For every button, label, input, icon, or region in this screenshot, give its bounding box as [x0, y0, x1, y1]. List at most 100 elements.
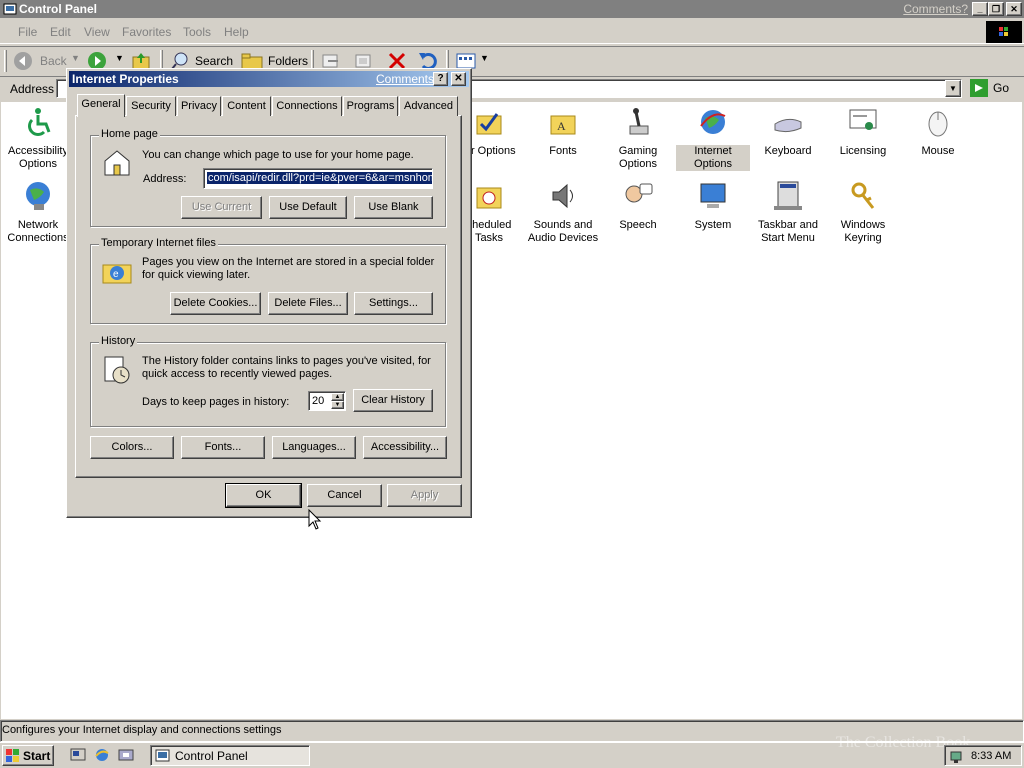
menu-bar: File Edit View Favorites Tools Help: [0, 20, 1024, 44]
folders-button[interactable]: Folders: [268, 54, 308, 68]
colors-button[interactable]: Colors...: [90, 436, 174, 459]
item-internet-options[interactable]: Internet Options: [676, 106, 750, 171]
views-dropdown-icon[interactable]: ▼: [480, 53, 489, 63]
ok-button[interactable]: OK: [225, 483, 302, 508]
licensing-icon: [849, 109, 877, 130]
item-licensing[interactable]: Licensing: [826, 106, 900, 158]
svg-text:e: e: [113, 269, 119, 280]
back-button[interactable]: Back: [40, 54, 67, 68]
back-dropdown-icon[interactable]: ▼: [71, 53, 80, 63]
item-taskbar-start-menu[interactable]: Taskbar and Start Menu: [751, 180, 825, 245]
item-accessibility-options[interactable]: Accessibility Options: [1, 106, 75, 171]
tab-security[interactable]: Security: [126, 96, 176, 116]
clear-history-button[interactable]: Clear History: [353, 389, 433, 412]
history-description: The History folder contains links to pag…: [142, 355, 431, 380]
tab-content[interactable]: Content: [222, 96, 271, 116]
back-arrow-icon[interactable]: [12, 50, 34, 72]
home-address-label: Address:: [143, 173, 187, 185]
mouse-icon: [928, 111, 948, 137]
windows-logo-icon: [986, 21, 1022, 43]
temp-files-group-label: Temporary Internet files: [99, 237, 218, 249]
days-stepper[interactable]: 20 ▲ ▼: [308, 391, 346, 411]
days-label: Days to keep pages in history:: [142, 396, 290, 408]
start-button[interactable]: Start: [2, 745, 54, 766]
control-panel-icon: [3, 3, 17, 15]
item-label: Mouse: [921, 145, 955, 157]
accessibility-icon: [28, 108, 51, 136]
start-label: Start: [23, 749, 51, 763]
toolbar-grip: [4, 50, 7, 72]
go-arrow-icon: [970, 79, 988, 97]
taskbar-item-control-panel[interactable]: Control Panel: [150, 745, 310, 766]
comments-link[interactable]: Comments?: [903, 2, 968, 16]
item-windows-keyring[interactable]: Windows Keyring: [826, 180, 900, 245]
home-address-input[interactable]: com/isapi/redir.dll?prd=ie&pver=6&ar=msn…: [203, 168, 433, 189]
dialog-comments-link[interactable]: Comments?: [376, 72, 441, 86]
tab-general[interactable]: General: [77, 94, 125, 117]
item-network-connections[interactable]: Network Connections: [1, 180, 75, 245]
menu-help[interactable]: Help: [224, 25, 249, 39]
fonts-icon: A: [550, 115, 576, 135]
tab-programs[interactable]: Programs: [343, 96, 398, 116]
item-fonts[interactable]: A Fonts: [526, 106, 600, 158]
dialog-close-button[interactable]: ✕: [451, 72, 466, 86]
keyring-icon: [851, 182, 875, 209]
item-speech[interactable]: Speech: [601, 180, 675, 232]
search-button[interactable]: Search: [195, 54, 233, 68]
network-tray-icon[interactable]: [949, 748, 965, 764]
history-group-label: History: [99, 335, 138, 347]
apply-button[interactable]: Apply: [387, 484, 462, 507]
tab-connections[interactable]: Connections: [272, 96, 342, 116]
gaming-icon: [629, 108, 649, 135]
tab-privacy[interactable]: Privacy: [177, 96, 221, 116]
keyboard-icon: [774, 118, 802, 133]
close-button[interactable]: ✕: [1006, 2, 1022, 16]
dialog-title-bar: Internet Properties Comments? ? ✕: [69, 71, 469, 87]
item-sounds-audio[interactable]: Sounds and Audio Devices: [526, 180, 600, 245]
svg-text:A: A: [557, 119, 566, 133]
minimize-button[interactable]: _: [972, 2, 988, 16]
delete-files-button[interactable]: Delete Files...: [268, 292, 348, 315]
days-value: 20: [312, 395, 325, 407]
settings-button[interactable]: Settings...: [354, 292, 433, 315]
accessibility-button[interactable]: Accessibility...: [363, 436, 447, 459]
use-blank-button[interactable]: Use Blank: [354, 196, 433, 219]
scheduled-tasks-icon: [476, 187, 502, 209]
days-up-icon[interactable]: ▲: [331, 393, 344, 401]
item-label: Keyboard: [764, 145, 812, 157]
languages-button[interactable]: Languages...: [272, 436, 356, 459]
menu-file[interactable]: File: [18, 25, 37, 39]
cancel-button[interactable]: Cancel: [307, 484, 382, 507]
restore-button[interactable]: ❐: [988, 2, 1004, 16]
item-system[interactable]: System: [676, 180, 750, 232]
delete-cookies-button[interactable]: Delete Cookies...: [170, 292, 261, 315]
menu-favorites[interactable]: Favorites: [122, 25, 171, 39]
item-gaming-options[interactable]: Gaming Options: [601, 106, 675, 171]
quick-launch-explorer-icon[interactable]: [118, 747, 134, 763]
item-keyboard[interactable]: Keyboard: [751, 106, 825, 158]
help-button[interactable]: ?: [433, 72, 448, 86]
use-default-button[interactable]: Use Default: [269, 196, 347, 219]
tab-advanced[interactable]: Advanced: [399, 96, 458, 116]
forward-dropdown-icon[interactable]: ▼: [115, 53, 124, 63]
mouse-cursor-icon: [308, 509, 322, 530]
go-button[interactable]: Go: [968, 78, 1020, 98]
item-label: Taskbar and Start Menu: [758, 219, 818, 244]
home-page-group-label: Home page: [99, 128, 160, 140]
menu-tools[interactable]: Tools: [183, 25, 211, 39]
menu-view[interactable]: View: [84, 25, 110, 39]
item-label: Sounds and Audio Devices: [527, 219, 599, 244]
days-down-icon[interactable]: ▼: [331, 401, 344, 409]
control-panel-icon: [155, 749, 170, 762]
item-label: Network Connections: [7, 219, 69, 244]
show-desktop-icon[interactable]: [70, 747, 86, 763]
address-dropdown-icon[interactable]: ▼: [945, 80, 961, 97]
clock[interactable]: 8:33 AM: [971, 750, 1011, 762]
menu-edit[interactable]: Edit: [50, 25, 71, 39]
fonts-button[interactable]: Fonts...: [181, 436, 265, 459]
use-current-button[interactable]: Use Current: [181, 196, 262, 219]
item-mouse[interactable]: Mouse: [901, 106, 975, 158]
internet-explorer-icon[interactable]: [94, 747, 110, 763]
item-label: Gaming Options: [618, 145, 658, 170]
item-label: Accessibility Options: [8, 145, 68, 170]
